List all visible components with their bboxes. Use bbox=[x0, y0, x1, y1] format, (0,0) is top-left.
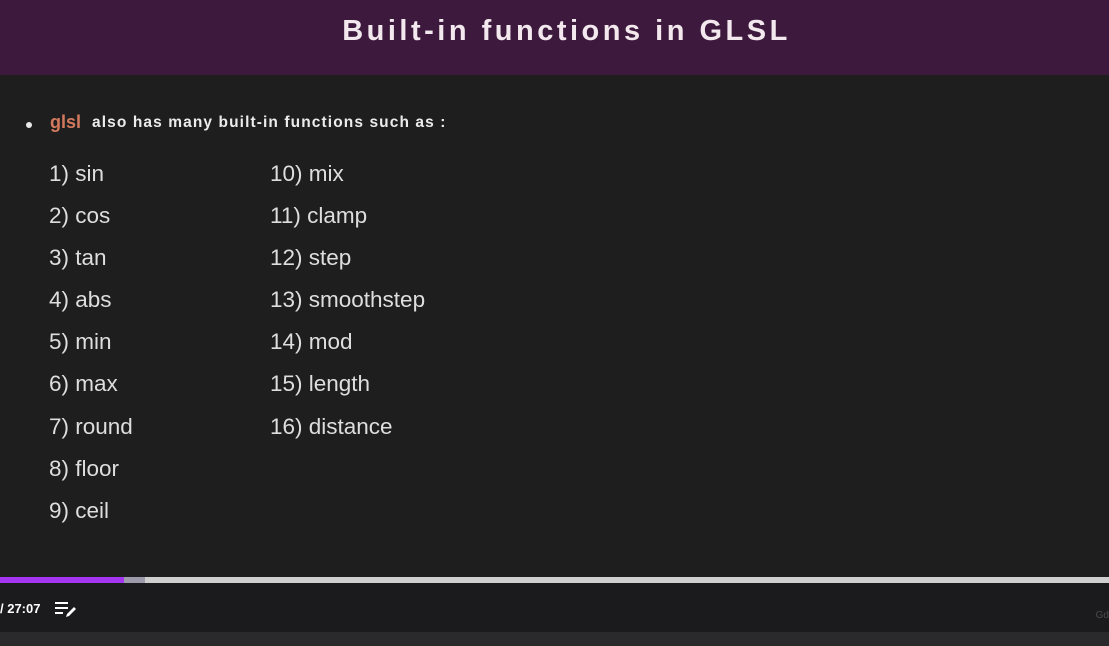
video-controls: / 27:07 Gd bbox=[0, 577, 1109, 632]
function-item: 14) mod bbox=[270, 329, 353, 355]
time-display: / 27:07 bbox=[0, 601, 41, 616]
function-item: 13) smoothstep bbox=[270, 287, 426, 313]
function-item: 4) abs bbox=[49, 287, 112, 313]
corner-watermark: Gd bbox=[1095, 610, 1109, 621]
function-list-column-1: 1) sin 2) cos 3) tan 4) abs 5) min 6) ma… bbox=[49, 158, 133, 537]
function-item: 1) sin bbox=[49, 161, 105, 186]
function-item: 12) step bbox=[270, 245, 352, 271]
progress-played bbox=[0, 577, 125, 583]
bottom-strip bbox=[0, 632, 1109, 646]
function-item: 16) distance bbox=[270, 413, 393, 439]
function-item: 11) clamp bbox=[270, 203, 368, 229]
function-item: 7) round bbox=[49, 413, 133, 439]
bullet-dot-icon bbox=[26, 121, 32, 128]
progress-bar[interactable] bbox=[0, 577, 1109, 583]
function-item: 9) ceil bbox=[49, 497, 110, 523]
function-item: 8) floor bbox=[49, 455, 120, 481]
transcript-notes-icon bbox=[55, 602, 76, 617]
transcript-button[interactable] bbox=[54, 599, 78, 619]
function-item: 5) min bbox=[49, 329, 112, 355]
function-list-column-2: 10) mix 11) clamp 12) step 13) smoothste… bbox=[270, 158, 425, 453]
function-item: 15) length bbox=[270, 371, 371, 397]
lecture-slide: Built-in functions in GLSL glsl also has… bbox=[0, 0, 1109, 577]
intro-bullet: glsl also has many built-in functions su… bbox=[26, 112, 447, 133]
slide-title: Built-in functions in GLSL bbox=[342, 15, 791, 47]
glsl-keyword: glsl bbox=[50, 112, 82, 132]
function-item: 3) tan bbox=[49, 245, 107, 271]
function-item: 10) mix bbox=[270, 161, 344, 186]
function-item: 2) cos bbox=[49, 203, 111, 229]
slide-header: Built-in functions in GLSL bbox=[0, 0, 1109, 75]
intro-text: also has many built-in functions such as… bbox=[92, 113, 447, 131]
function-item: 6) max bbox=[49, 371, 118, 397]
